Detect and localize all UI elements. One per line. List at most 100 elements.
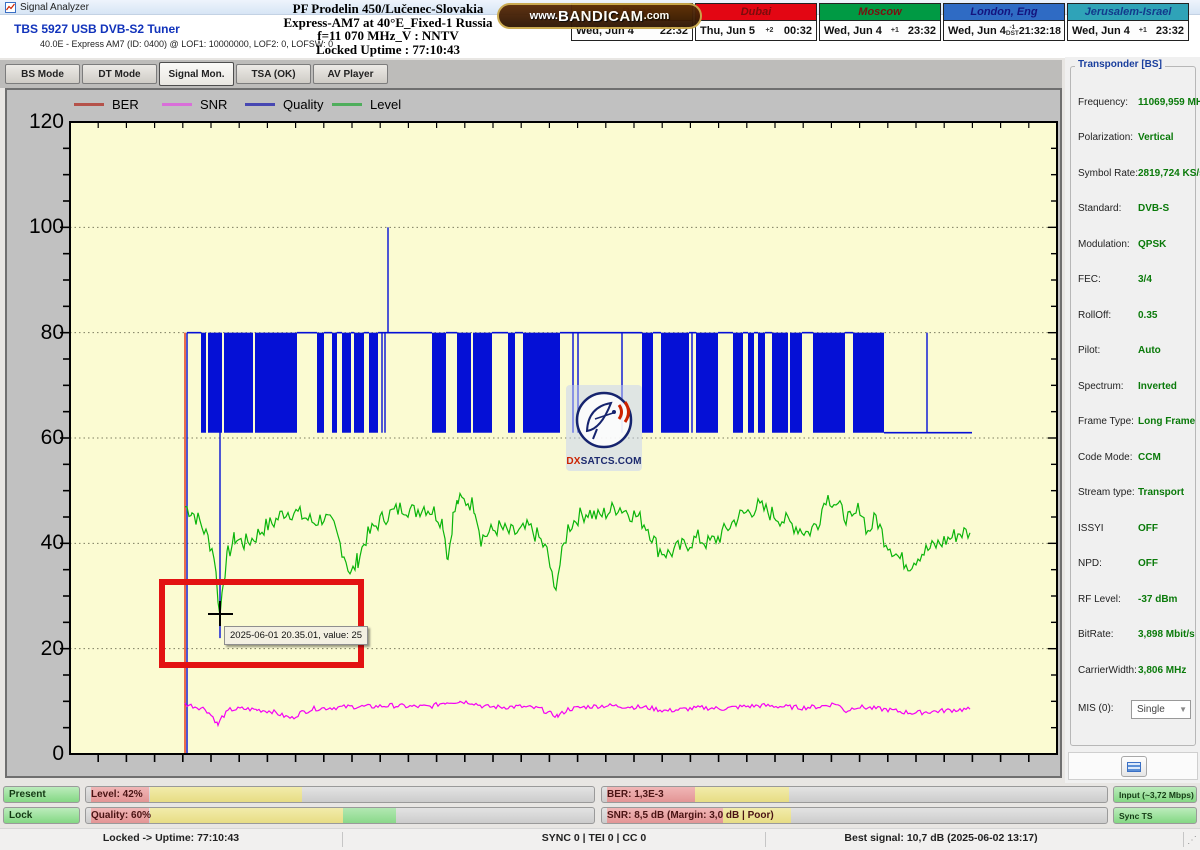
- transponder-row-label: Stream type:: [1078, 487, 1135, 498]
- clock-utc-offset: -1DST: [1006, 25, 1019, 37]
- transponder-row-label: Standard:: [1078, 203, 1121, 214]
- bar-label: Level: 42%: [91, 787, 143, 803]
- status-divider: [765, 832, 766, 847]
- transponder-sidebar: Transponder [BS] Frequency: 11069,959 MHz…: [1065, 57, 1200, 783]
- mis-select[interactable]: Single▼: [1131, 700, 1191, 719]
- transponder-row-label: Pilot:: [1078, 345, 1100, 356]
- transponder-row-value: OFF: [1138, 523, 1158, 534]
- chart-tooltip: 2025-06-01 20.35.01, value: 25: [224, 626, 368, 645]
- transponder-row-value: 2819,724 KS/s: [1138, 168, 1200, 179]
- status-section: Locked -> Uptime: 77:10:43: [103, 832, 239, 844]
- app-icon: [5, 2, 16, 13]
- transponder-row-value: 11069,959 MHz: [1138, 97, 1200, 108]
- transponder-row-label: Code Mode:: [1078, 452, 1132, 463]
- status-section: Best signal: 10,7 dB (2025-06-02 13:17): [844, 832, 1037, 844]
- clock-date: Thu, Jun 5: [700, 25, 755, 37]
- meter-zone-green: [343, 808, 396, 823]
- satellite-dish-icon: [573, 389, 635, 451]
- transponder-row-label: Symbol Rate:: [1078, 168, 1138, 179]
- sidebar-tool-button[interactable]: [1121, 756, 1147, 777]
- bar-label: Input (~3,72 Mbps): [1119, 787, 1194, 803]
- clock-jerusalem-israel: Jerusalem-Israel Wed, Jun 4+123:32: [1067, 3, 1189, 41]
- meter-quality-bar: Quality: 60%: [85, 807, 595, 824]
- transponder-row-value: DVB-S: [1138, 203, 1169, 214]
- clock-header: Dubai: [696, 4, 816, 21]
- transponder-row-value: Inverted: [1138, 381, 1177, 392]
- transponder-row-value: Long Frame: [1138, 416, 1195, 427]
- transponder-row-label: Modulation:: [1078, 239, 1130, 250]
- bar-label: Sync TS: [1119, 808, 1153, 824]
- bar-label: SNR: 8,5 dB (Margin: 3,0 dB | Poor): [607, 808, 774, 824]
- bar-label: Lock: [9, 808, 32, 824]
- clock-utc-offset: +1: [882, 27, 908, 34]
- transponder-row-label: Frequency:: [1078, 97, 1128, 108]
- resize-grip-icon: ⋰: [1187, 835, 1197, 846]
- bar-label: BER: 1,3E-3: [607, 787, 664, 803]
- transponder-row-value: QPSK: [1138, 239, 1166, 250]
- tab-bar: BS ModeDT ModeSignal Mon.TSA (OK)AV Play…: [0, 60, 1062, 88]
- transponder-row-label: RF Level:: [1078, 594, 1121, 605]
- clock-date: Wed, Jun 4: [948, 25, 1006, 37]
- clock-utc-offset: +2: [755, 27, 784, 34]
- clock-date: Wed, Jun 4: [824, 25, 882, 37]
- transponder-row-label: FEC:: [1078, 274, 1101, 285]
- status-sync-ts-bar: Sync TS: [1113, 807, 1197, 824]
- annotation-highlight-rect: [159, 579, 364, 668]
- meter-zone-yellow: [150, 787, 302, 802]
- meter-zone-yellow: [150, 808, 343, 823]
- tab-bs-mode[interactable]: BS Mode: [5, 64, 80, 84]
- clock-header: Moscow: [820, 4, 940, 21]
- clock-london-eng: London, EngWed, Jun 4-1DST21:32:18: [943, 3, 1065, 41]
- station-header-line3: f=11 070 MHz_V : NNTV: [248, 29, 528, 43]
- transponder-row-value: CCM: [1138, 452, 1161, 463]
- clock-dubai: Dubai Thu, Jun 5+200:32: [695, 3, 817, 41]
- transponder-row-value: OFF: [1138, 558, 1158, 569]
- info-band: TBS 5927 USB DVB-S2 Tuner 40.0E - Expres…: [0, 15, 1200, 58]
- transponder-row-label: RollOff:: [1078, 310, 1111, 321]
- station-header-line1: PF Prodelin 450/Lučenec-Slovakia: [248, 2, 528, 16]
- clock-header: Jerusalem-Israel: [1068, 4, 1188, 21]
- status-section: SYNC 0 | TEI 0 | CC 0: [542, 832, 647, 844]
- station-header-line4: Locked Uptime : 77:10:43: [248, 43, 528, 57]
- clock-time: 23:32: [1156, 25, 1184, 37]
- watermark-www: www.: [530, 10, 558, 22]
- transponder-row-label: Polarization:: [1078, 132, 1133, 143]
- clock-moscow: Moscow Wed, Jun 4+123:32: [819, 3, 941, 41]
- tab-av-player[interactable]: AV Player: [313, 64, 388, 84]
- signal-chart-panel: BERSNRQualityLevel 020406080100120 DXSAT…: [5, 88, 1062, 778]
- status-divider: [342, 832, 343, 847]
- transponder-title: Transponder [BS]: [1075, 59, 1165, 70]
- status-lock-bar: Lock: [3, 807, 80, 824]
- window-title: Signal Analyzer: [20, 2, 89, 13]
- clock-time: 23:32: [908, 25, 936, 37]
- watermark-com: .com: [644, 10, 670, 22]
- meter-snr-bar: SNR: 8,5 dB (Margin: 3,0 dB | Poor): [601, 807, 1108, 824]
- transponder-row-label: Spectrum:: [1078, 381, 1124, 392]
- clock-date: Wed, Jun 4: [1072, 25, 1130, 37]
- transponder-row-label: ISSYI: [1078, 523, 1104, 534]
- clock-utc-offset: +1: [1130, 27, 1156, 34]
- transponder-row-value: 3/4: [1138, 274, 1152, 285]
- sidebar-button-panel: [1068, 752, 1198, 780]
- clock-header: London, Eng: [944, 4, 1064, 21]
- tab-dt-mode[interactable]: DT Mode: [82, 64, 157, 84]
- status-input-3-72-mbps--bar: Input (~3,72 Mbps): [1113, 786, 1197, 803]
- station-header-line2: Express-AM7 at 40°E_Fixed-1 Russia: [248, 16, 528, 30]
- tab-signal-mon-[interactable]: Signal Mon.: [159, 62, 234, 86]
- watermark-brand: BANDICAM: [558, 8, 644, 25]
- transponder-row-value: 3,898 Mbit/s: [1138, 629, 1195, 640]
- dxsatcs-text: DXSATCS.COM: [566, 456, 642, 467]
- meter-level-bar: Level: 42%: [85, 786, 595, 803]
- clock-time: 00:32: [784, 25, 812, 37]
- dxsatcs-logo: DXSATCS.COM: [566, 385, 642, 471]
- transponder-row-value: Transport: [1138, 487, 1184, 498]
- tuner-name: TBS 5927 USB DVB-S2 Tuner: [14, 22, 180, 36]
- transponder-row-label: CarrierWidth:: [1078, 665, 1137, 676]
- transponder-row-label: NPD:: [1078, 558, 1102, 569]
- tab-tsa-ok-[interactable]: TSA (OK): [236, 64, 311, 84]
- meter-ber-bar: BER: 1,3E-3: [601, 786, 1108, 803]
- signal-plot[interactable]: [42, 102, 1062, 780]
- bandicam-watermark: www.BANDICAM.com: [497, 3, 702, 29]
- clock-time-row: Wed, Jun 4-1DST21:32:18: [944, 21, 1064, 40]
- transponder-row-value: 3,806 MHz: [1138, 665, 1186, 676]
